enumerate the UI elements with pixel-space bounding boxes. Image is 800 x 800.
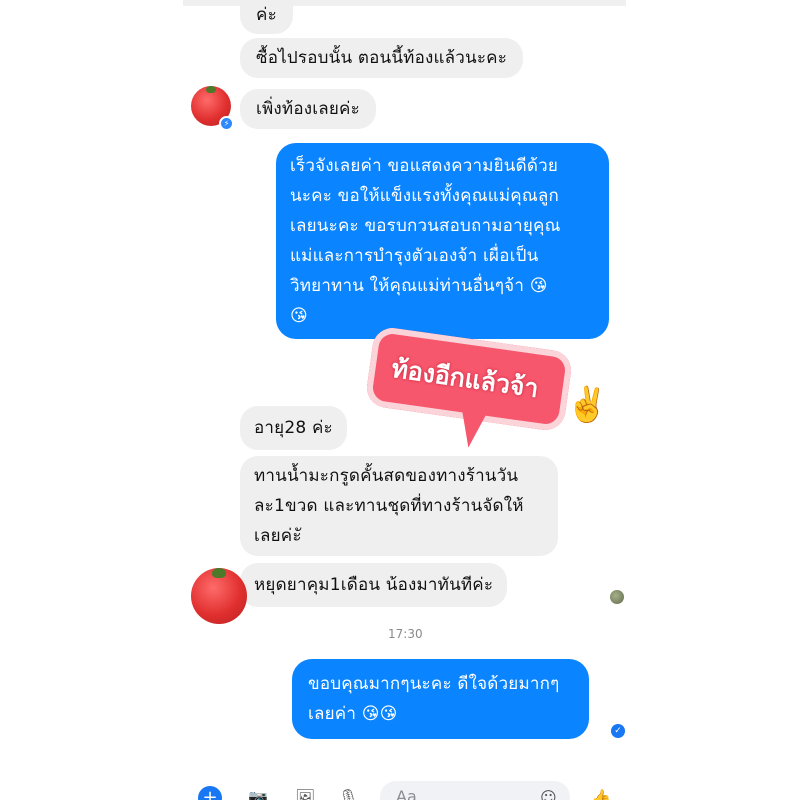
message-line: ขอบคุณมากๆนะคะ ดีใจด้วยมากๆ (308, 674, 560, 694)
composer-bar: + 📷 🖼 🎙 Aa ☺ 👍 (183, 776, 626, 800)
message-line: วิทยาทาน ให้คุณแม่ท่านอื่นๆจ้า 😘 (290, 276, 548, 296)
message-line: ทานน้ำมะกรูดคั้นสดของทางร้านวัน (254, 466, 519, 486)
message-text: ซื้อไปรอบนั้น ตอนนี้ท้องแล้วนะคะ (256, 48, 508, 68)
message-line: แม่และการบำรุงตัวเองจ้า เผื่อเป็น (290, 246, 539, 266)
messenger-badge-icon: ⚡ (219, 116, 234, 131)
message-line: เร็วจังเลยค่า ขอแสดงความยินดีด้วย (290, 156, 559, 176)
outgoing-message[interactable]: เร็วจังเลยค่า ขอแสดงความยินดีด้วย นะคะ ข… (276, 143, 609, 339)
incoming-message[interactable]: เพิ่งท้องเลยค่ะ (240, 89, 376, 129)
strawberry-leaf-icon (212, 568, 226, 579)
strawberry-leaf-icon (206, 86, 216, 94)
incoming-message[interactable]: หยุดยาคุม1เดือน น้องมาทันทีค่ะ (240, 563, 508, 607)
peace-sign-icon: ✌️ (566, 385, 609, 425)
incoming-message[interactable]: ซื้อไปรอบนั้น ตอนนี้ท้องแล้วนะคะ (240, 38, 524, 78)
message-line: เลยค่ะั (254, 526, 302, 546)
message-line: นะคะ ขอให้แข็งแรงทั้งคุณแม่คุณลูก (290, 186, 559, 206)
message-input-placeholder: Aa (396, 787, 417, 800)
emoji-icon[interactable]: ☺ (540, 788, 557, 800)
timestamp: 17:30 (388, 627, 423, 641)
message-text: อายุ28 ค่ะ (254, 418, 333, 438)
message-line: ละ1ขวด และทานชุดที่ทางร้านจัดให้ (254, 496, 524, 516)
seen-avatar-icon (610, 590, 624, 604)
incoming-message[interactable]: ค่ะ (240, 0, 293, 34)
message-line: เลยค่า 😘😘 (308, 704, 398, 724)
outgoing-message[interactable]: ขอบคุณมากๆนะคะ ดีใจด้วยมากๆ เลยค่า 😘😘 (292, 659, 589, 739)
message-text: ค่ะ (256, 5, 277, 25)
camera-icon[interactable]: 📷 (248, 788, 268, 800)
sticker-tail (456, 408, 488, 450)
sender-avatar[interactable] (191, 568, 247, 624)
message-text: เพิ่งท้องเลยค่ะ (256, 99, 360, 119)
like-icon[interactable]: 👍 (591, 788, 611, 800)
message-line: เลยนะคะ ขอรบกวนสอบถามอายุคุณ (290, 216, 561, 236)
delivered-check-icon: ✓ (611, 724, 625, 738)
message-text: หยุดยาคุม1เดือน น้องมาทันทีค่ะ (254, 575, 494, 595)
incoming-message[interactable]: อายุ28 ค่ะ (240, 406, 347, 450)
incoming-message[interactable]: ทานน้ำมะกรูดคั้นสดของทางร้านวัน ละ1ขวด แ… (240, 456, 558, 556)
plus-icon[interactable]: + (198, 786, 222, 800)
mic-icon[interactable]: 🎙 (338, 788, 358, 800)
sticker-overlay: ท้องอีกแล้วจ้า ✌️ (364, 325, 608, 455)
photo-icon[interactable]: 🖼 (295, 788, 315, 800)
